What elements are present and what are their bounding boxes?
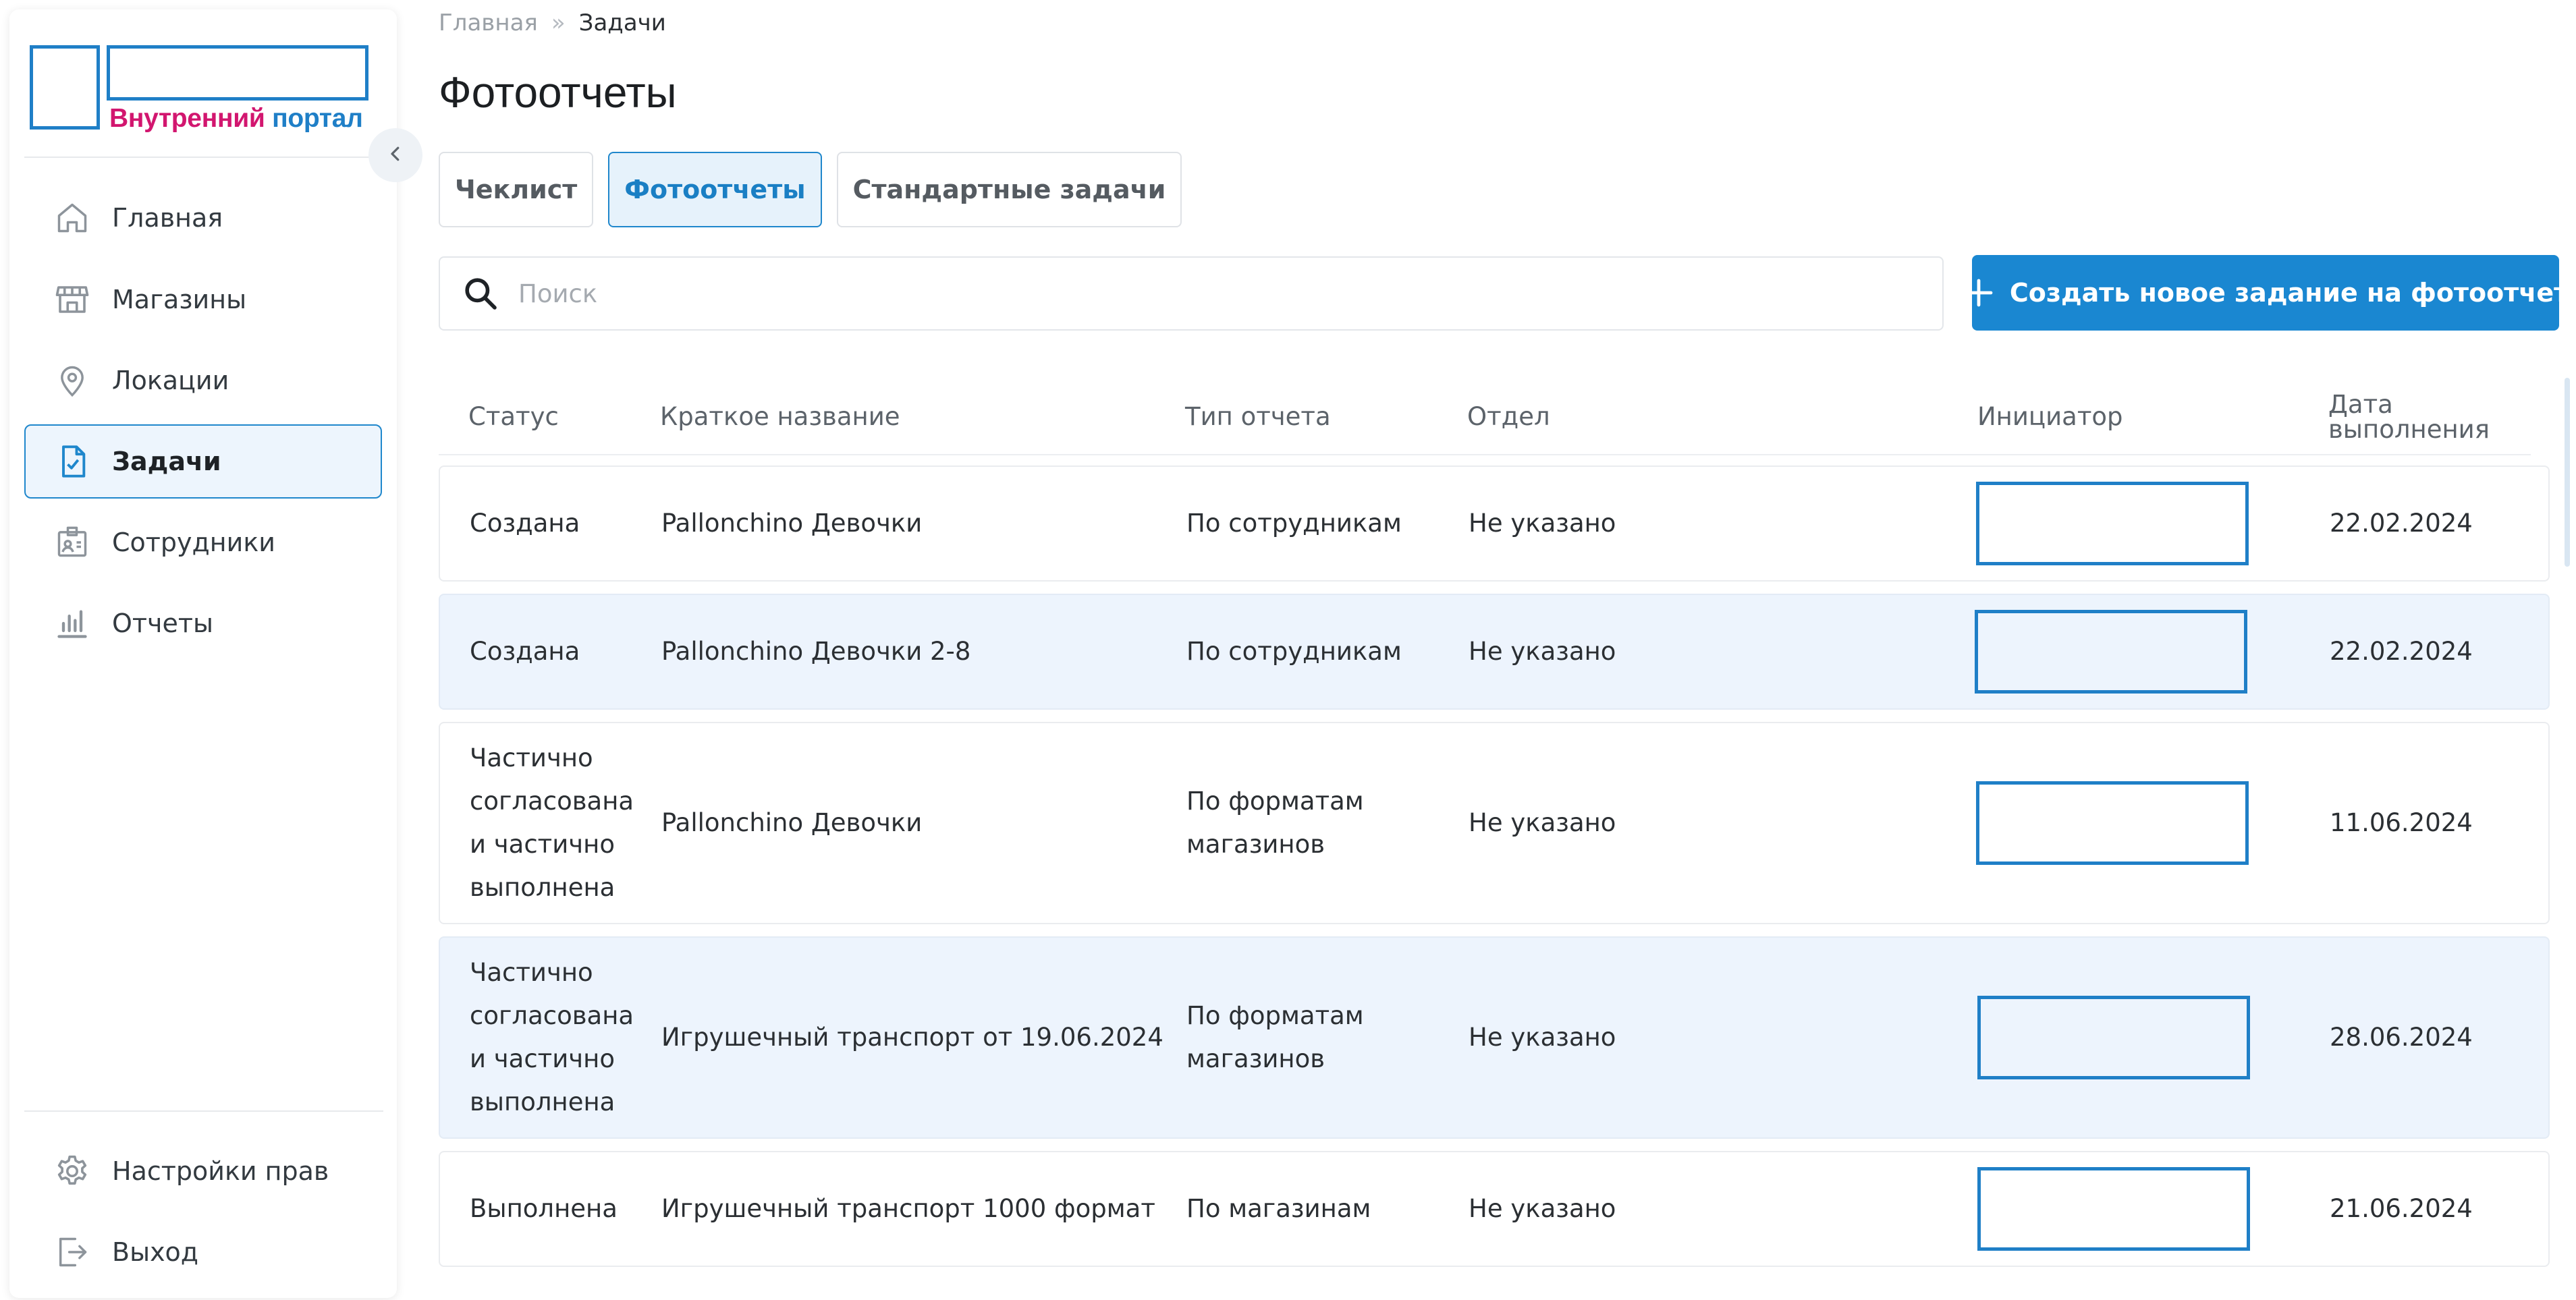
tabs: Чеклист Фотоотчеты Стандартные задачи (439, 152, 1182, 227)
sidebar-item-label: Отчеты (112, 609, 214, 638)
cell-status: Создана (470, 509, 580, 538)
sidebar-item-logout[interactable]: Выход (24, 1215, 382, 1289)
cell-due-date: 21.06.2024 (2330, 1194, 2473, 1223)
table-scrollbar[interactable] (2565, 378, 2570, 567)
cell-due-date: 22.02.2024 (2330, 637, 2473, 666)
create-button-label: Создать новое задание на фотоотчет (2009, 278, 2569, 308)
cell-report-type: По форматам магазинов (1186, 1001, 1364, 1073)
sidebar-item-label: Сотрудники (112, 528, 275, 557)
sidebar-collapse-button[interactable] (368, 128, 422, 182)
table-row[interactable]: Создана Pallonchino Девочки По сотрудник… (439, 465, 2550, 582)
sidebar-item-label: Главная (112, 203, 223, 233)
table-row[interactable]: Выполнена Игрушечный транспорт 1000 форм… (439, 1151, 2550, 1267)
tab-standard-tasks[interactable]: Стандартные задачи (836, 152, 1182, 227)
initiator-avatar-placeholder (1976, 482, 2249, 565)
cell-name: Игрушечный транспорт 1000 формат (661, 1194, 1155, 1223)
sidebar-item-locations[interactable]: Локации (24, 343, 382, 418)
sidebar-item-label: Задачи (112, 447, 221, 476)
cell-report-type: По форматам магазинов (1186, 787, 1364, 859)
sidebar-item-employees[interactable]: Сотрудники (24, 505, 382, 580)
plus-icon (1963, 277, 1995, 309)
table-row[interactable]: Создана Pallonchino Девочки 2-8 По сотру… (439, 594, 2550, 710)
cell-name: Игрушечный транспорт от 19.06.2024 (661, 1023, 1163, 1052)
sidebar-item-label: Настройки прав (112, 1156, 329, 1186)
tab-photo-reports[interactable]: Фотоотчеты (608, 152, 822, 227)
cell-department: Не указано (1469, 509, 1616, 538)
column-header-report-type[interactable]: Тип отчета (1185, 378, 1331, 455)
sidebar-item-label: Магазины (112, 285, 247, 314)
cell-name: Pallonchino Девочки (661, 509, 923, 538)
create-photo-report-task-button[interactable]: Создать новое задание на фотоотчет (1965, 255, 2569, 331)
location-pin-icon (53, 361, 92, 400)
breadcrumb-separator: » (551, 9, 566, 36)
initiator-avatar-placeholder (1977, 996, 2250, 1079)
page-title: Фотоотчеты (439, 68, 677, 117)
cell-name: Pallonchino Девочки (661, 808, 923, 837)
logout-icon (53, 1233, 92, 1272)
cell-department: Не указано (1469, 808, 1616, 837)
cell-department: Не указано (1469, 1023, 1616, 1052)
search-input[interactable] (518, 279, 1868, 308)
cell-report-type: По магазинам (1186, 1194, 1371, 1223)
initiator-avatar-placeholder (1975, 610, 2247, 694)
logo-image-placeholder-wide (107, 45, 368, 101)
column-header-name[interactable]: Краткое название (660, 378, 900, 455)
cell-due-date: 11.06.2024 (2330, 808, 2473, 837)
cell-department: Не указано (1469, 1194, 1616, 1223)
cell-status: Частично согласована и частично выполнен… (470, 743, 634, 902)
table-row[interactable]: Частично согласована и частично выполнен… (439, 722, 2550, 924)
column-header-due-date[interactable]: Дата выполнения (2328, 378, 2531, 455)
sidebar-item-stores[interactable]: Магазины (24, 262, 382, 337)
cell-status: Частично согласована и частично выполнен… (470, 958, 634, 1117)
task-check-icon (53, 442, 92, 481)
portal-logo[interactable]: Внутренний портал (30, 35, 374, 133)
sidebar-item-home[interactable]: Главная (24, 181, 382, 255)
logo-image-placeholder (30, 45, 100, 130)
column-header-status[interactable]: Статус (468, 378, 559, 455)
cell-report-type: По сотрудникам (1186, 637, 1402, 666)
cell-status: Создана (470, 637, 580, 666)
cell-due-date: 28.06.2024 (2330, 1023, 2473, 1052)
sidebar-item-permissions[interactable]: Настройки прав (24, 1134, 382, 1208)
tab-checklist[interactable]: Чеклист (439, 152, 594, 227)
search-field[interactable] (439, 256, 1944, 331)
cell-department: Не указано (1469, 637, 1616, 666)
cell-due-date: 22.02.2024 (2330, 509, 2473, 538)
logo-text-part1: Внутренний (109, 104, 265, 133)
sidebar-item-tasks[interactable]: Задачи (24, 424, 382, 499)
cell-status: Выполнена (470, 1194, 618, 1223)
store-icon (53, 280, 92, 319)
sidebar-divider-top (24, 157, 383, 158)
cell-report-type: По сотрудникам (1186, 509, 1402, 538)
search-icon (462, 275, 499, 312)
gear-icon (53, 1152, 92, 1191)
breadcrumb: Главная » Задачи (439, 9, 666, 36)
column-header-initiator[interactable]: Инициатор (1977, 378, 2123, 455)
chevron-left-icon (385, 144, 406, 167)
initiator-avatar-placeholder (1976, 781, 2249, 865)
logo-text: Внутренний портал (109, 104, 363, 134)
bar-chart-icon (53, 604, 92, 643)
home-icon (53, 198, 92, 237)
sidebar-item-label: Локации (112, 366, 229, 395)
sidebar-item-label: Выход (112, 1237, 199, 1267)
initiator-avatar-placeholder (1977, 1167, 2250, 1251)
table-header: Статус Краткое название Тип отчета Отдел… (439, 378, 2531, 455)
column-header-department[interactable]: Отдел (1467, 378, 1550, 455)
logo-text-part2: портал (272, 104, 363, 133)
breadcrumb-home-link[interactable]: Главная (439, 9, 538, 36)
sidebar-item-reports[interactable]: Отчеты (24, 586, 382, 660)
sidebar: Внутренний портал Главная Магазины Локац… (9, 9, 397, 1298)
cell-name: Pallonchino Девочки 2-8 (661, 637, 971, 666)
sidebar-divider-bottom (24, 1110, 383, 1112)
id-badge-icon (53, 523, 92, 562)
table-row[interactable]: Частично согласована и частично выполнен… (439, 936, 2550, 1139)
breadcrumb-current: Задачи (578, 9, 666, 36)
